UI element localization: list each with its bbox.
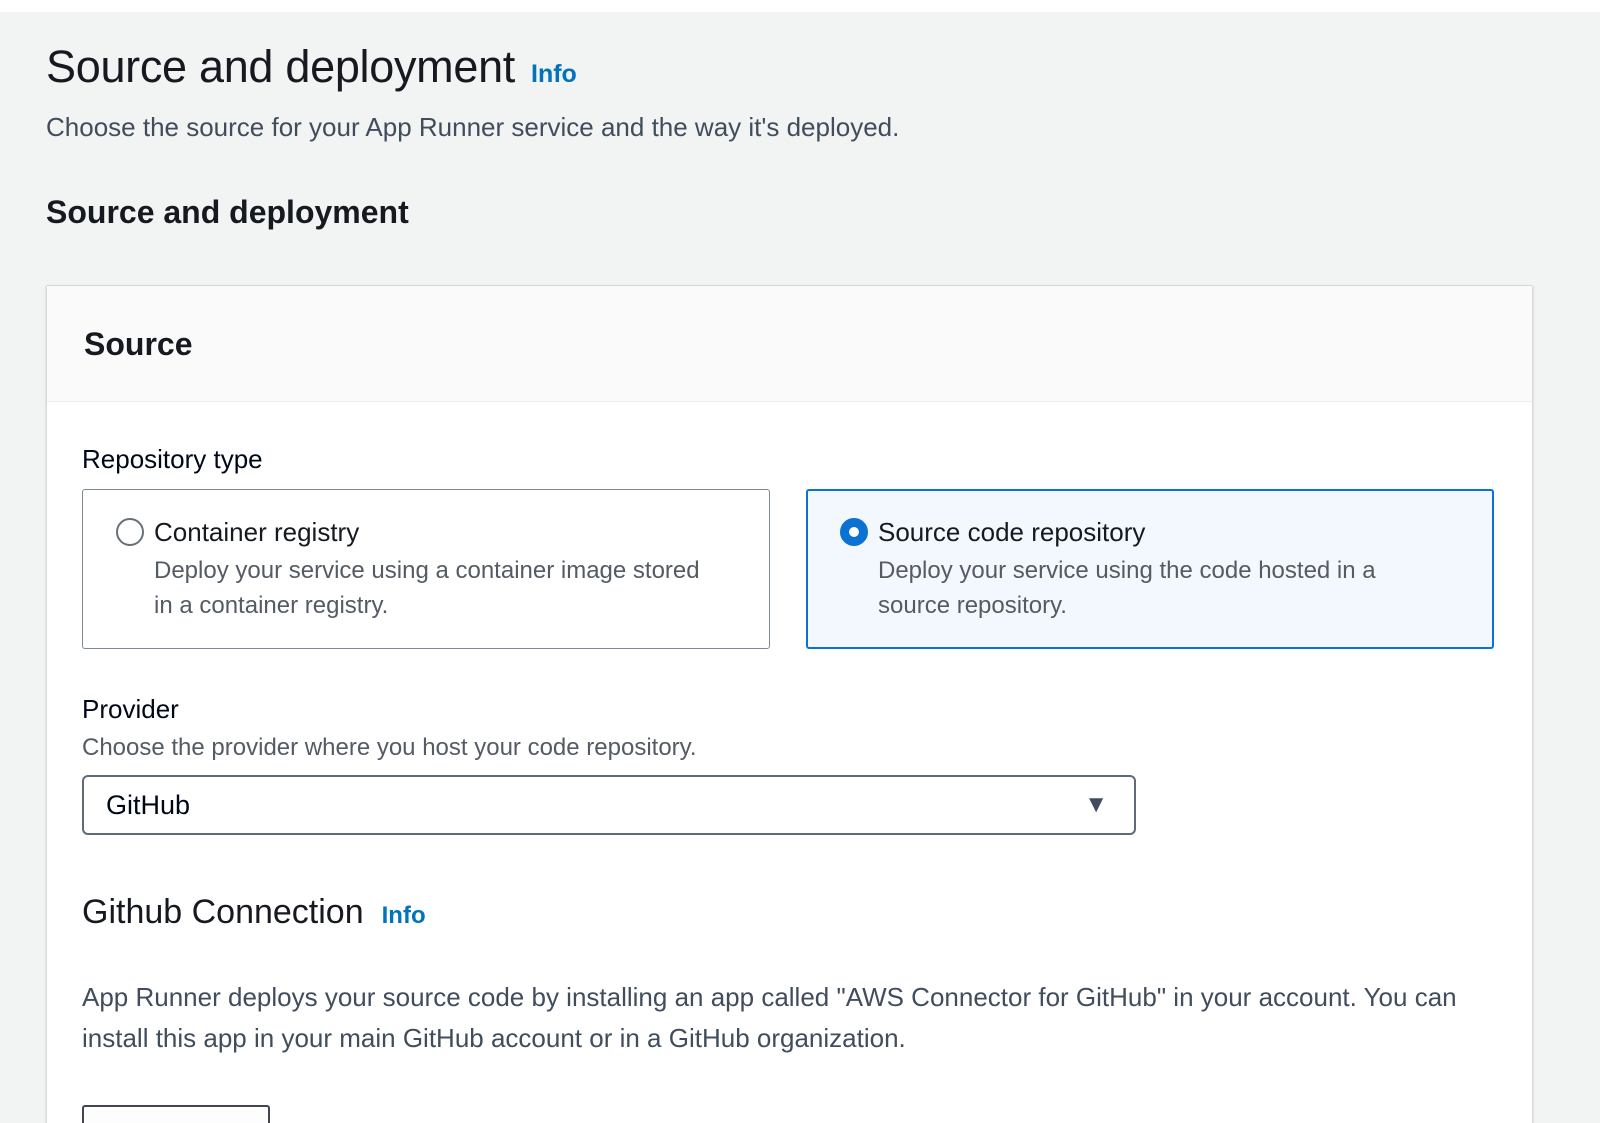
chevron-down-icon: ▼ <box>1084 793 1108 817</box>
tile-source-code-repository-description: Deploy your service using the code hoste… <box>878 553 1438 623</box>
source-card-body: Repository type Container registry Deplo… <box>47 402 1532 1123</box>
provider-description: Choose the provider where you host your … <box>82 733 1494 763</box>
source-card-title: Source <box>84 324 1492 364</box>
tile-container-registry-description: Deploy your service using a container im… <box>154 553 714 623</box>
repository-type-label: Repository type <box>82 443 1494 475</box>
page-header: Source and deployment Info Choose the sou… <box>46 40 1533 144</box>
source-and-deployment-page: Source and deployment Info Choose the sou… <box>0 40 1600 1123</box>
provider-field: Provider Choose the provider where you h… <box>82 693 1494 835</box>
tile-text: Container registry Deploy your service u… <box>154 515 714 623</box>
repository-type-field: Repository type Container registry Deplo… <box>82 443 1494 649</box>
radio-unselected-icon[interactable] <box>116 518 144 546</box>
github-connection-info-link[interactable]: Info <box>382 902 426 929</box>
section-heading: Source and deployment <box>46 194 1533 231</box>
source-card-header: Source <box>47 286 1532 402</box>
source-card: Source Repository type Container registr… <box>46 285 1533 1123</box>
tile-source-code-repository[interactable]: Source code repository Deploy your servi… <box>806 489 1494 649</box>
tile-text: Source code repository Deploy your servi… <box>878 515 1438 623</box>
repository-type-tiles: Container registry Deploy your service u… <box>82 489 1494 649</box>
provider-label: Provider <box>82 693 1494 725</box>
page-title: Source and deployment <box>46 41 515 92</box>
tile-source-code-repository-label: Source code repository <box>878 515 1438 549</box>
page-subtitle: Choose the source for your App Runner se… <box>46 110 1533 144</box>
radio-selected-icon[interactable] <box>840 518 868 546</box>
github-connection-body: App Runner deploys your source code by i… <box>82 977 1467 1059</box>
add-new-button[interactable]: Add new <box>82 1105 270 1123</box>
top-strip <box>0 0 1600 12</box>
tile-container-registry-label: Container registry <box>154 515 714 549</box>
provider-select-value: GitHub <box>106 790 190 821</box>
page-title-info-link[interactable]: Info <box>531 60 577 88</box>
github-connection-section: Github Connection Info App Runner deploys… <box>82 891 1494 1123</box>
tile-container-registry[interactable]: Container registry Deploy your service u… <box>82 489 770 649</box>
github-connection-heading-text: Github Connection <box>82 893 364 931</box>
github-connection-heading: Github Connection Info <box>82 891 1494 937</box>
provider-select[interactable]: GitHub ▼ <box>82 775 1136 835</box>
